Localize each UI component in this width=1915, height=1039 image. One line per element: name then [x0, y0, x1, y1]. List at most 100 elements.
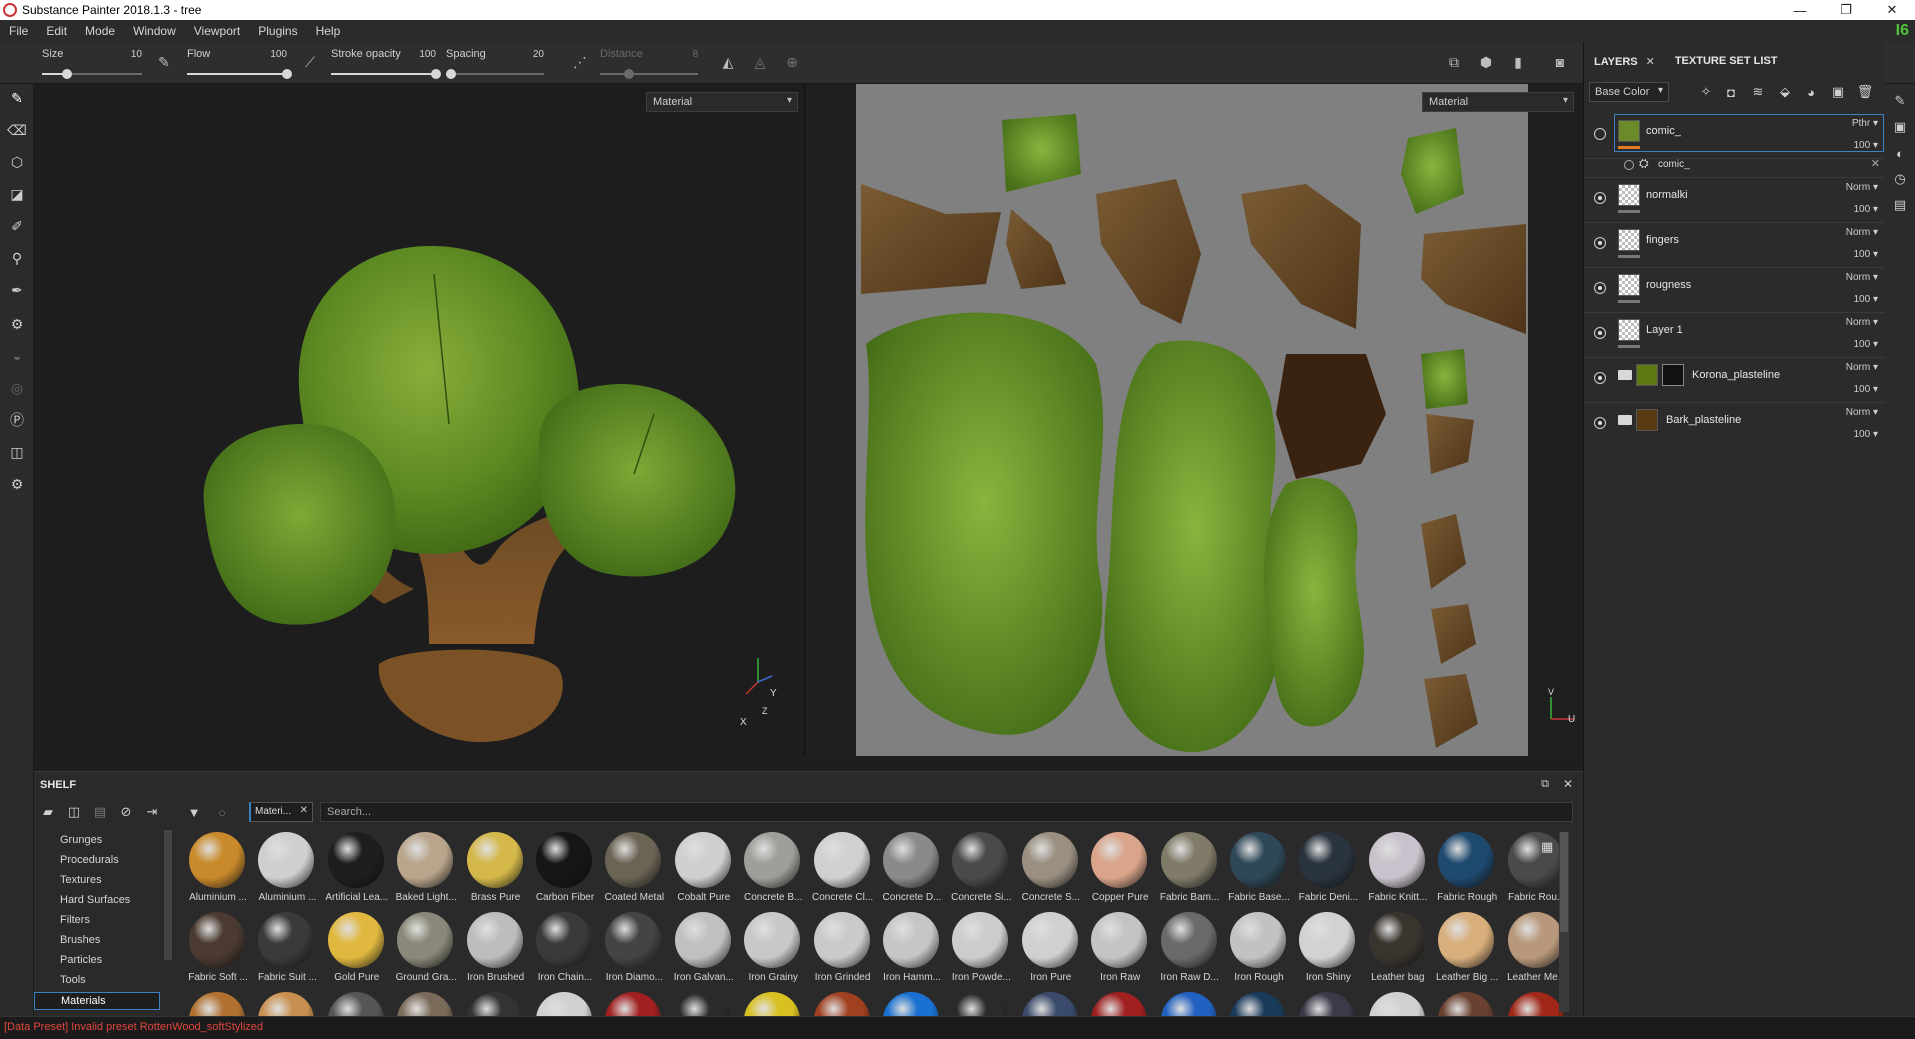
delete-layer-icon[interactable]: 🗑: [1854, 82, 1876, 102]
sublayer-visibility-toggle[interactable]: [1624, 160, 1634, 170]
category-brushes[interactable]: Brushes: [34, 932, 160, 950]
flow-value[interactable]: 100: [270, 49, 287, 60]
add-folder-icon[interactable]: ▣: [1827, 82, 1849, 102]
maximize-button[interactable]: ❐: [1823, 0, 1869, 20]
material-tile[interactable]: [1086, 992, 1154, 1017]
blend-mode-select[interactable]: Norm ▾: [1846, 317, 1878, 328]
material-tile[interactable]: [253, 992, 321, 1017]
layer-row-rougness[interactable]: rougness Norm ▾ 100 ▾: [1584, 268, 1886, 313]
material-tile[interactable]: Fabric Soft ...: [184, 912, 252, 990]
category-grunges[interactable]: Grunges: [34, 832, 160, 850]
material-tile[interactable]: [739, 992, 807, 1017]
blend-mode-select[interactable]: Norm ▾: [1846, 362, 1878, 373]
material-tile[interactable]: [1017, 992, 1085, 1017]
layer-row-korona-plasteline[interactable]: Korona_plasteline Norm ▾ 100 ▾: [1584, 358, 1886, 403]
opacity-value[interactable]: 100 ▾: [1854, 140, 1879, 151]
symmetry-mirror-icon[interactable]: ◬: [750, 52, 770, 72]
material-tile[interactable]: [531, 992, 599, 1017]
opacity-value[interactable]: 100 ▾: [1854, 204, 1879, 215]
visibility-toggle[interactable]: [1594, 192, 1606, 204]
export-icon[interactable]: ◫: [5, 440, 29, 464]
viewport-3d[interactable]: Material ▾ X Y Z: [34, 84, 805, 756]
opacity-value[interactable]: 100 ▾: [1854, 294, 1879, 305]
material-tile[interactable]: Coated Metal: [600, 832, 668, 910]
material-tile[interactable]: Iron Grainy: [739, 912, 807, 990]
minimize-button[interactable]: —: [1777, 0, 1823, 20]
spacing-slider[interactable]: Spacing 20: [445, 48, 544, 82]
new-item-icon[interactable]: ◫: [64, 802, 84, 822]
visibility-toggle[interactable]: [1594, 327, 1606, 339]
stroke-opacity-value[interactable]: 100: [419, 49, 436, 60]
eraser-icon[interactable]: ⌫: [5, 118, 29, 142]
stroke-pressure-icon[interactable]: ⟋: [300, 52, 320, 72]
add-fill-layer-icon[interactable]: ⬙: [1774, 82, 1796, 102]
flow-slider[interactable]: Flow 100: [187, 48, 292, 82]
import-icon[interactable]: ⇥: [142, 802, 162, 822]
tab-layers[interactable]: LAYERS ✕: [1584, 55, 1665, 68]
material-tile[interactable]: [670, 992, 738, 1017]
category-hard-surfaces[interactable]: Hard Surfaces: [34, 892, 160, 910]
close-icon[interactable]: ✕: [1646, 56, 1655, 68]
material-tile[interactable]: Concrete S...: [1017, 832, 1085, 910]
size-value[interactable]: 10: [131, 49, 142, 60]
material-tile[interactable]: Iron Chain...: [531, 912, 599, 990]
material-tile[interactable]: Copper Pure: [1086, 832, 1154, 910]
material-tile[interactable]: Fabric Suit ...: [253, 912, 321, 990]
visibility-toggle[interactable]: [1594, 417, 1606, 429]
folder-icon[interactable]: [1618, 370, 1632, 380]
split-view-icon[interactable]: ⧉: [1444, 52, 1464, 72]
history-icon[interactable]: ◷: [1891, 170, 1909, 188]
close-icon[interactable]: ✕: [1563, 777, 1573, 791]
material-tile[interactable]: [184, 992, 252, 1017]
brush-pressure-icon[interactable]: ✎: [154, 52, 174, 72]
paint-brush-icon[interactable]: ✎: [5, 86, 29, 110]
add-mask-icon[interactable]: ◘: [1720, 82, 1742, 102]
texture-set-settings-icon[interactable]: ▣: [1891, 118, 1909, 136]
screenshot-icon[interactable]: ◙: [1550, 52, 1570, 72]
clone-stamp-icon[interactable]: ⚲: [5, 246, 29, 270]
material-tile[interactable]: Leather bag: [1364, 912, 1432, 990]
blend-mode-select[interactable]: Norm ▾: [1846, 182, 1878, 193]
camera-icon[interactable]: ▮: [1508, 52, 1528, 72]
material-tile[interactable]: [809, 992, 877, 1017]
add-smart-material-icon[interactable]: ◕: [1800, 82, 1822, 102]
material-tile[interactable]: Fabric Bam...: [1156, 832, 1224, 910]
category-procedurals[interactable]: Procedurals: [34, 852, 160, 870]
viewport-2d-mode-select[interactable]: Material ▾: [1422, 92, 1574, 112]
projection-icon[interactable]: ⬡: [5, 150, 29, 174]
material-tile[interactable]: Iron Shiny: [1294, 912, 1362, 990]
category-particles[interactable]: Particles: [34, 952, 160, 970]
visibility-toggle[interactable]: [1594, 372, 1606, 384]
material-tile[interactable]: Concrete Cl...: [809, 832, 877, 910]
lazy-mouse-icon[interactable]: ⋰: [570, 52, 590, 72]
material-tile[interactable]: Ground Gra...: [392, 912, 460, 990]
close-window-button[interactable]: ✕: [1869, 0, 1915, 20]
circle-filter-icon[interactable]: ○: [212, 802, 232, 822]
material-tile[interactable]: Aluminium ...: [253, 832, 321, 910]
material-tile[interactable]: [1364, 992, 1432, 1017]
layer-row-fingers[interactable]: fingers Norm ▾ 100 ▾: [1584, 223, 1886, 268]
material-tile[interactable]: Baked Light...: [392, 832, 460, 910]
category-materials[interactable]: Materials: [34, 992, 160, 1010]
log-icon[interactable]: ▤: [1891, 196, 1909, 214]
tab-texture-set-list[interactable]: TEXTURE SET LIST: [1665, 55, 1788, 67]
categories-scrollbar[interactable]: [164, 830, 172, 960]
folder-icon[interactable]: ▰: [38, 802, 58, 822]
flow-slider-handle[interactable]: [282, 69, 292, 79]
close-icon[interactable]: ✕: [300, 805, 308, 816]
photoshop-icon[interactable]: Ⓟ: [5, 408, 29, 432]
material-tile[interactable]: Concrete Si...: [947, 832, 1015, 910]
material-tile[interactable]: Concrete B...: [739, 832, 807, 910]
stroke-opacity-slider-handle[interactable]: [431, 69, 441, 79]
material-tile[interactable]: Iron Powde...: [947, 912, 1015, 990]
material-tile[interactable]: Fabric Deni...: [1294, 832, 1362, 910]
blend-mode-select[interactable]: Norm ▾: [1846, 272, 1878, 283]
folder-icon[interactable]: [1618, 415, 1632, 425]
spacing-value[interactable]: 20: [533, 49, 544, 60]
iray-icon[interactable]: ◎: [5, 376, 29, 400]
material-tile[interactable]: Concrete D...: [878, 832, 946, 910]
material-tile[interactable]: [392, 992, 460, 1017]
sublayer-row-comic[interactable]: ⛭ comic_ ✕: [1584, 152, 1886, 178]
material-tile[interactable]: Fabric Knitt...: [1364, 832, 1432, 910]
blend-mode-select[interactable]: Norm ▾: [1846, 407, 1878, 418]
